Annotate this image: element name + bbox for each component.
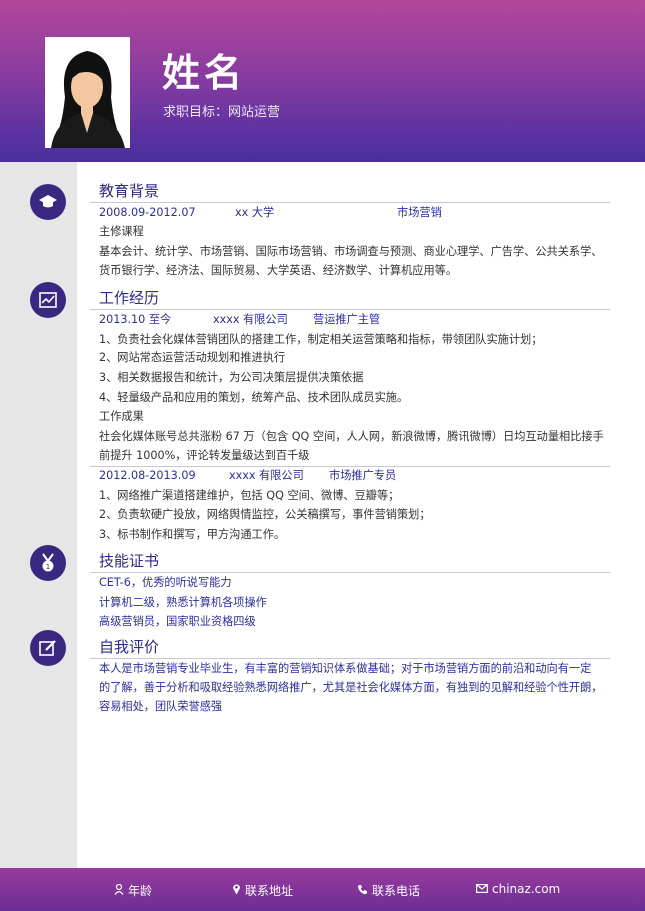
medal-icon: 1 (30, 545, 66, 581)
svg-text:1: 1 (46, 563, 50, 571)
results-label: 工作成果 (99, 410, 144, 423)
footer-phone: 联系电话 (357, 882, 420, 899)
footer-email-label: chinaz.com (492, 882, 561, 896)
section-title-skills: 技能证书 (99, 552, 160, 570)
divider (90, 202, 610, 203)
footer-phone-label: 联系电话 (372, 884, 421, 898)
job1-company: xxxx 有限公司 (213, 313, 288, 326)
phone-icon (357, 884, 368, 898)
courses-line: 基本会计、统计学、市场营销、国际市场营销、市场调查与预测、商业心理学、广告学、公… (99, 245, 603, 258)
skill-item: CET-6，优秀的听说写能力 (99, 576, 232, 589)
duty-item: 2、负责软硬广投放，网络舆情监控，公关稿撰写，事件营销策划； (99, 508, 431, 521)
self-line: 容易相处，团队荣誉感强 (99, 700, 223, 713)
job2-period: 2012.08-2013.09 (99, 469, 196, 482)
edu-major: 市场营销 (397, 206, 442, 219)
mail-icon (476, 882, 489, 896)
location-pin-icon (232, 883, 241, 898)
duty-item: 3、标书制作和撰写，甲方沟通工作。 (99, 528, 286, 541)
footer-age-label: 年龄 (128, 884, 153, 898)
duty-item: 1、负责社会化媒体营销团队的搭建工作，制定相关运营策略和指标，带领团队实施计划； (99, 333, 543, 346)
edit-icon (30, 630, 66, 666)
self-line: 本人是市场营销专业毕业生，有丰富的营销知识体系做基础；对于市场营销方面的前沿和动… (99, 662, 592, 675)
job1-period: 2013.10 至今 (99, 313, 172, 326)
section-title-work: 工作经历 (99, 289, 160, 307)
job2-position: 市场推广专员 (329, 469, 397, 482)
results-line: 前提升 1000%，评论转发量级达到百千级 (99, 449, 310, 462)
divider (90, 572, 610, 573)
avatar-photo (45, 37, 130, 148)
person-icon (114, 883, 124, 898)
header-banner: 姓名 求职目标：网站运营 (0, 0, 645, 162)
chart-icon (30, 282, 66, 318)
self-line: 的了解，善于分析和吸取经验熟悉网络推广，尤其是社会化媒体方面，有独到的见解和经验… (99, 681, 603, 694)
left-sidebar (0, 162, 77, 868)
courses-line: 货币银行学、经济法、国际贸易、大学英语、经济数学、计算机应用等。 (99, 264, 458, 277)
duty-item: 4、轻量级产品和应用的策划，统筹产品、技术团队成员实施。 (99, 391, 409, 404)
footer-address-label: 联系地址 (245, 884, 294, 898)
results-line: 社会化媒体账号总共涨粉 67 万（包含 QQ 空间，人人网，新浪微博，腾讯微博）… (99, 430, 604, 443)
footer-bar: 年龄 联系地址 联系电话 chinaz.com (0, 868, 645, 911)
footer-age: 年龄 (114, 882, 152, 899)
skill-item: 高级营销员，国家职业资格四级 (99, 615, 256, 628)
duty-item: 3、相关数据报告和统计，为公司决策层提供决策依据 (99, 371, 364, 384)
candidate-name: 姓名 (162, 51, 247, 95)
edu-school: xx 大学 (235, 206, 275, 219)
divider (90, 466, 610, 467)
divider (90, 309, 610, 310)
courses-label: 主修课程 (99, 225, 144, 238)
graduation-cap-icon (30, 184, 66, 220)
section-title-self: 自我评价 (99, 638, 160, 656)
skill-item: 计算机二级，熟悉计算机各项操作 (99, 596, 267, 609)
divider (90, 658, 610, 659)
job2-company: xxxx 有限公司 (229, 469, 304, 482)
job-objective: 求职目标：网站运营 (163, 105, 281, 120)
job1-position: 营运推广主管 (313, 313, 381, 326)
duty-item: 2、网站常态运营活动规划和推进执行 (99, 351, 286, 364)
edu-period: 2008.09-2012.07 (99, 206, 196, 219)
section-title-education: 教育背景 (99, 182, 160, 200)
footer-email: chinaz.com (476, 882, 560, 896)
duty-item: 1、网络推广渠道搭建维护，包括 QQ 空间、微博、豆瓣等； (99, 489, 400, 502)
footer-address: 联系地址 (232, 882, 293, 899)
